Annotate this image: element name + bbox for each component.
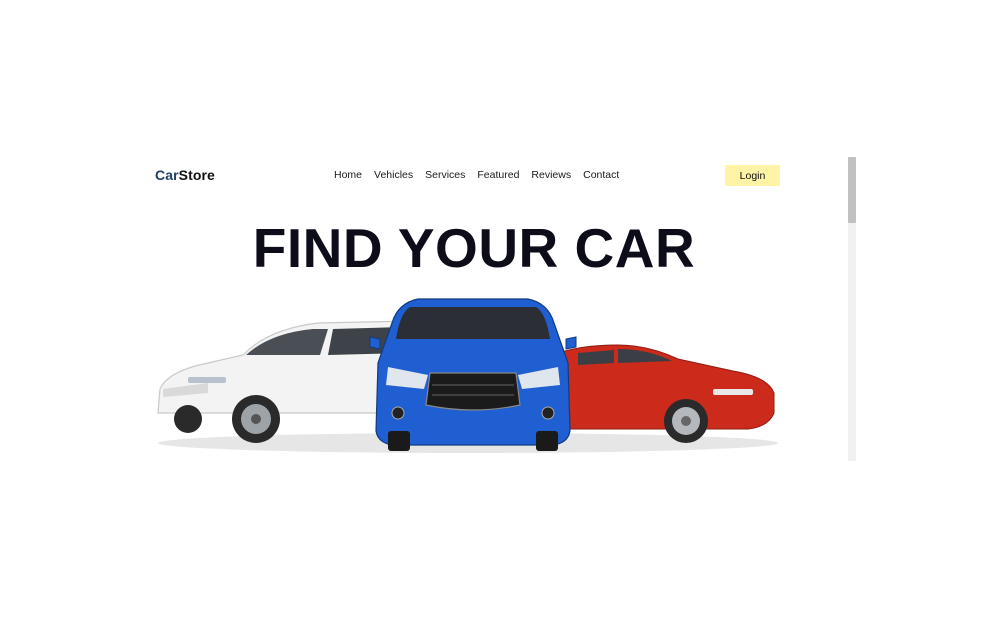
nav-item-services[interactable]: Services [425, 169, 465, 181]
nav-menu: Home Vehicles Services Featured Reviews … [334, 169, 631, 181]
brand-logo[interactable]: CarStore [155, 167, 215, 183]
nav-item-home[interactable]: Home [334, 169, 362, 181]
scrollbar-thumb[interactable] [848, 157, 856, 223]
vertical-scrollbar[interactable] [848, 157, 856, 461]
red-sedan-image [552, 344, 775, 443]
brand-logo-part1: Car [155, 167, 179, 183]
nav-item-featured[interactable]: Featured [477, 169, 519, 181]
hero-cars-image [157, 298, 778, 453]
nav-item-contact[interactable]: Contact [583, 169, 619, 181]
nav-item-vehicles[interactable]: Vehicles [374, 169, 413, 181]
page-viewport: CarStore Home Vehicles Services Featured… [148, 157, 856, 461]
nav-item-reviews[interactable]: Reviews [531, 169, 571, 181]
brand-logo-part2: Store [178, 167, 215, 183]
blue-crossover-image [369, 298, 577, 451]
hero-headline: FIND YOUR CAR [252, 217, 696, 279]
login-button[interactable]: Login [725, 165, 780, 186]
navbar: CarStore Home Vehicles Services Featured… [148, 157, 848, 195]
